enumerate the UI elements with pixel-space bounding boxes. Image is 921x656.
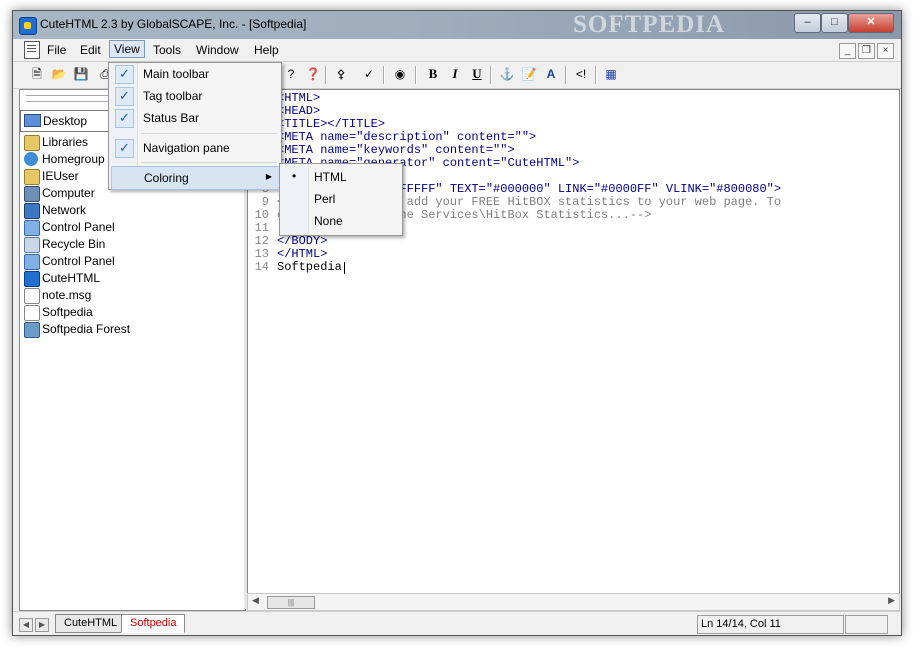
computer-icon: [24, 186, 40, 202]
horizontal-scrollbar[interactable]: ◀ ||| ▶: [247, 593, 900, 611]
menu-tools[interactable]: Tools: [149, 42, 185, 58]
code-line[interactable]: 1<HTML>: [248, 92, 893, 105]
menu-window[interactable]: Window: [192, 42, 243, 58]
document-icon[interactable]: [24, 41, 40, 59]
libraries-icon: [24, 135, 40, 151]
scroll-thumb[interactable]: |||: [267, 596, 315, 609]
title-bar: CuteHTML 2.3 by GlobalSCAPE, Inc. - [Sof…: [13, 11, 901, 39]
check-icon: ✓: [115, 139, 134, 158]
nav-item-control-panel[interactable]: Control Panel: [22, 219, 240, 236]
bold-icon[interactable]: B: [425, 66, 441, 82]
scroll-right-icon[interactable]: ▶: [888, 595, 895, 606]
nav-item-recycle-bin[interactable]: Recycle Bin: [22, 236, 240, 253]
nav-item-cutehtml[interactable]: CuteHTML: [22, 270, 240, 287]
toolbar-separator: [325, 66, 327, 84]
app-icon: [19, 17, 37, 35]
view-menu-dropdown: ✓ Main toolbar ✓ Tag toolbar ✓ Status Bar ✓…: [108, 62, 282, 190]
menu-item-coloring[interactable]: Coloring ▶: [111, 166, 281, 190]
toolbar-separator: [490, 66, 492, 84]
table-icon[interactable]: ▦: [603, 66, 619, 82]
control-panel-icon: [24, 220, 40, 236]
menu-bar: File Edit View Tools Window Help _ ❐ ×: [13, 39, 901, 61]
nav-item-control-panel-2[interactable]: Control Panel: [22, 253, 240, 270]
homegroup-icon: [24, 152, 38, 166]
font-icon[interactable]: A: [543, 66, 559, 82]
check-icon: ✓: [115, 109, 134, 128]
text-cursor: [344, 262, 345, 274]
minimize-button[interactable]: –: [794, 13, 821, 33]
menu-file[interactable]: File: [43, 42, 70, 58]
line-number: 14: [254, 260, 269, 274]
mdi-restore-button[interactable]: ❐: [858, 43, 875, 59]
submenu-arrow-icon: ▶: [265, 172, 272, 181]
menu-separator: [141, 133, 277, 134]
coloring-submenu: • HTML Perl None: [279, 163, 403, 236]
status-panel-empty: [845, 615, 888, 634]
cursor-position: Ln 14/14, Col 11: [697, 615, 844, 634]
toolbar-separator: [383, 66, 385, 84]
coloring-item-none[interactable]: None: [282, 210, 400, 231]
spell-check-icon[interactable]: ✓: [361, 66, 377, 82]
comment-icon[interactable]: <!: [573, 66, 589, 82]
close-button[interactable]: ✕: [848, 13, 894, 33]
context-help-icon[interactable]: ❓: [305, 66, 321, 82]
coloring-item-perl[interactable]: Perl: [282, 188, 400, 209]
location-label: Desktop: [43, 114, 88, 128]
code-line[interactable]: 12 </BODY>: [248, 235, 893, 248]
user-folder-icon: [24, 169, 40, 185]
coloring-item-html[interactable]: • HTML: [282, 166, 400, 187]
menu-item-status-bar[interactable]: ✓ Status Bar: [111, 107, 279, 129]
file-icon: [24, 288, 40, 304]
anchor-icon[interactable]: ⚓: [499, 66, 515, 82]
new-file-icon[interactable]: 🗎: [29, 66, 45, 82]
tab-softpedia[interactable]: Softpedia: [121, 614, 186, 633]
recycle-bin-icon: [24, 237, 40, 253]
scroll-left-icon[interactable]: ◀: [252, 595, 259, 606]
code-line[interactable]: 14 Softpedia: [248, 261, 893, 274]
menu-item-main-toolbar[interactable]: ✓ Main toolbar: [111, 63, 279, 85]
toolbar-separator: [595, 66, 597, 84]
check-icon: ✓: [115, 65, 134, 84]
cutehtml-icon: [24, 271, 40, 287]
menu-item-tag-toolbar[interactable]: ✓ Tag toolbar: [111, 85, 279, 107]
nav-item-network[interactable]: Network: [22, 202, 240, 219]
mdi-close-button[interactable]: ×: [877, 43, 894, 59]
italic-icon[interactable]: I: [447, 66, 463, 82]
help-icon[interactable]: ?: [283, 66, 299, 82]
save-icon[interactable]: 💾: [73, 66, 89, 82]
tab-prev-icon[interactable]: ◀: [19, 618, 33, 632]
nav-item-softpedia[interactable]: Softpedia: [22, 304, 240, 321]
desktop-icon: [24, 114, 41, 127]
status-bar: ◀ ▶ CuteHTML Softpedia Ln 14/14, Col 11: [13, 611, 901, 635]
menu-separator: [141, 162, 277, 163]
nav-item-note-msg[interactable]: note.msg: [22, 287, 240, 304]
menu-view[interactable]: View: [109, 40, 145, 58]
nav-item-softpedia-forest[interactable]: Softpedia Forest: [22, 321, 240, 338]
network-icon: [24, 203, 40, 219]
image-file-icon: [24, 322, 40, 338]
tab-cutehtml[interactable]: CuteHTML: [55, 614, 127, 633]
browser-preview-icon[interactable]: ◉: [392, 66, 408, 82]
menu-help[interactable]: Help: [250, 42, 283, 58]
line-text: Softpedia: [277, 260, 342, 274]
tab-next-icon[interactable]: ▶: [35, 618, 49, 632]
menu-item-navigation-pane[interactable]: ✓ Navigation pane: [111, 137, 279, 159]
mdi-minimize-button[interactable]: _: [839, 43, 856, 59]
watermark: SOFTPEDIA: [573, 11, 726, 38]
find-icon[interactable]: ⚴: [333, 66, 349, 82]
toolbar-separator: [565, 66, 567, 84]
code-line[interactable]: 13 </HTML>: [248, 248, 893, 261]
window-title: CuteHTML 2.3 by GlobalSCAPE, Inc. - [Sof…: [40, 17, 307, 31]
maximize-button[interactable]: □: [821, 13, 848, 33]
control-panel-icon: [24, 254, 40, 270]
open-folder-icon[interactable]: 📂: [51, 66, 67, 82]
underline-icon[interactable]: U: [469, 66, 485, 82]
check-icon: ✓: [115, 87, 134, 106]
toolbar-separator: [415, 66, 417, 84]
menu-edit[interactable]: Edit: [76, 42, 105, 58]
file-icon: [24, 305, 40, 321]
form-icon[interactable]: 📝: [521, 66, 537, 82]
radio-dot-icon: •: [292, 169, 297, 183]
